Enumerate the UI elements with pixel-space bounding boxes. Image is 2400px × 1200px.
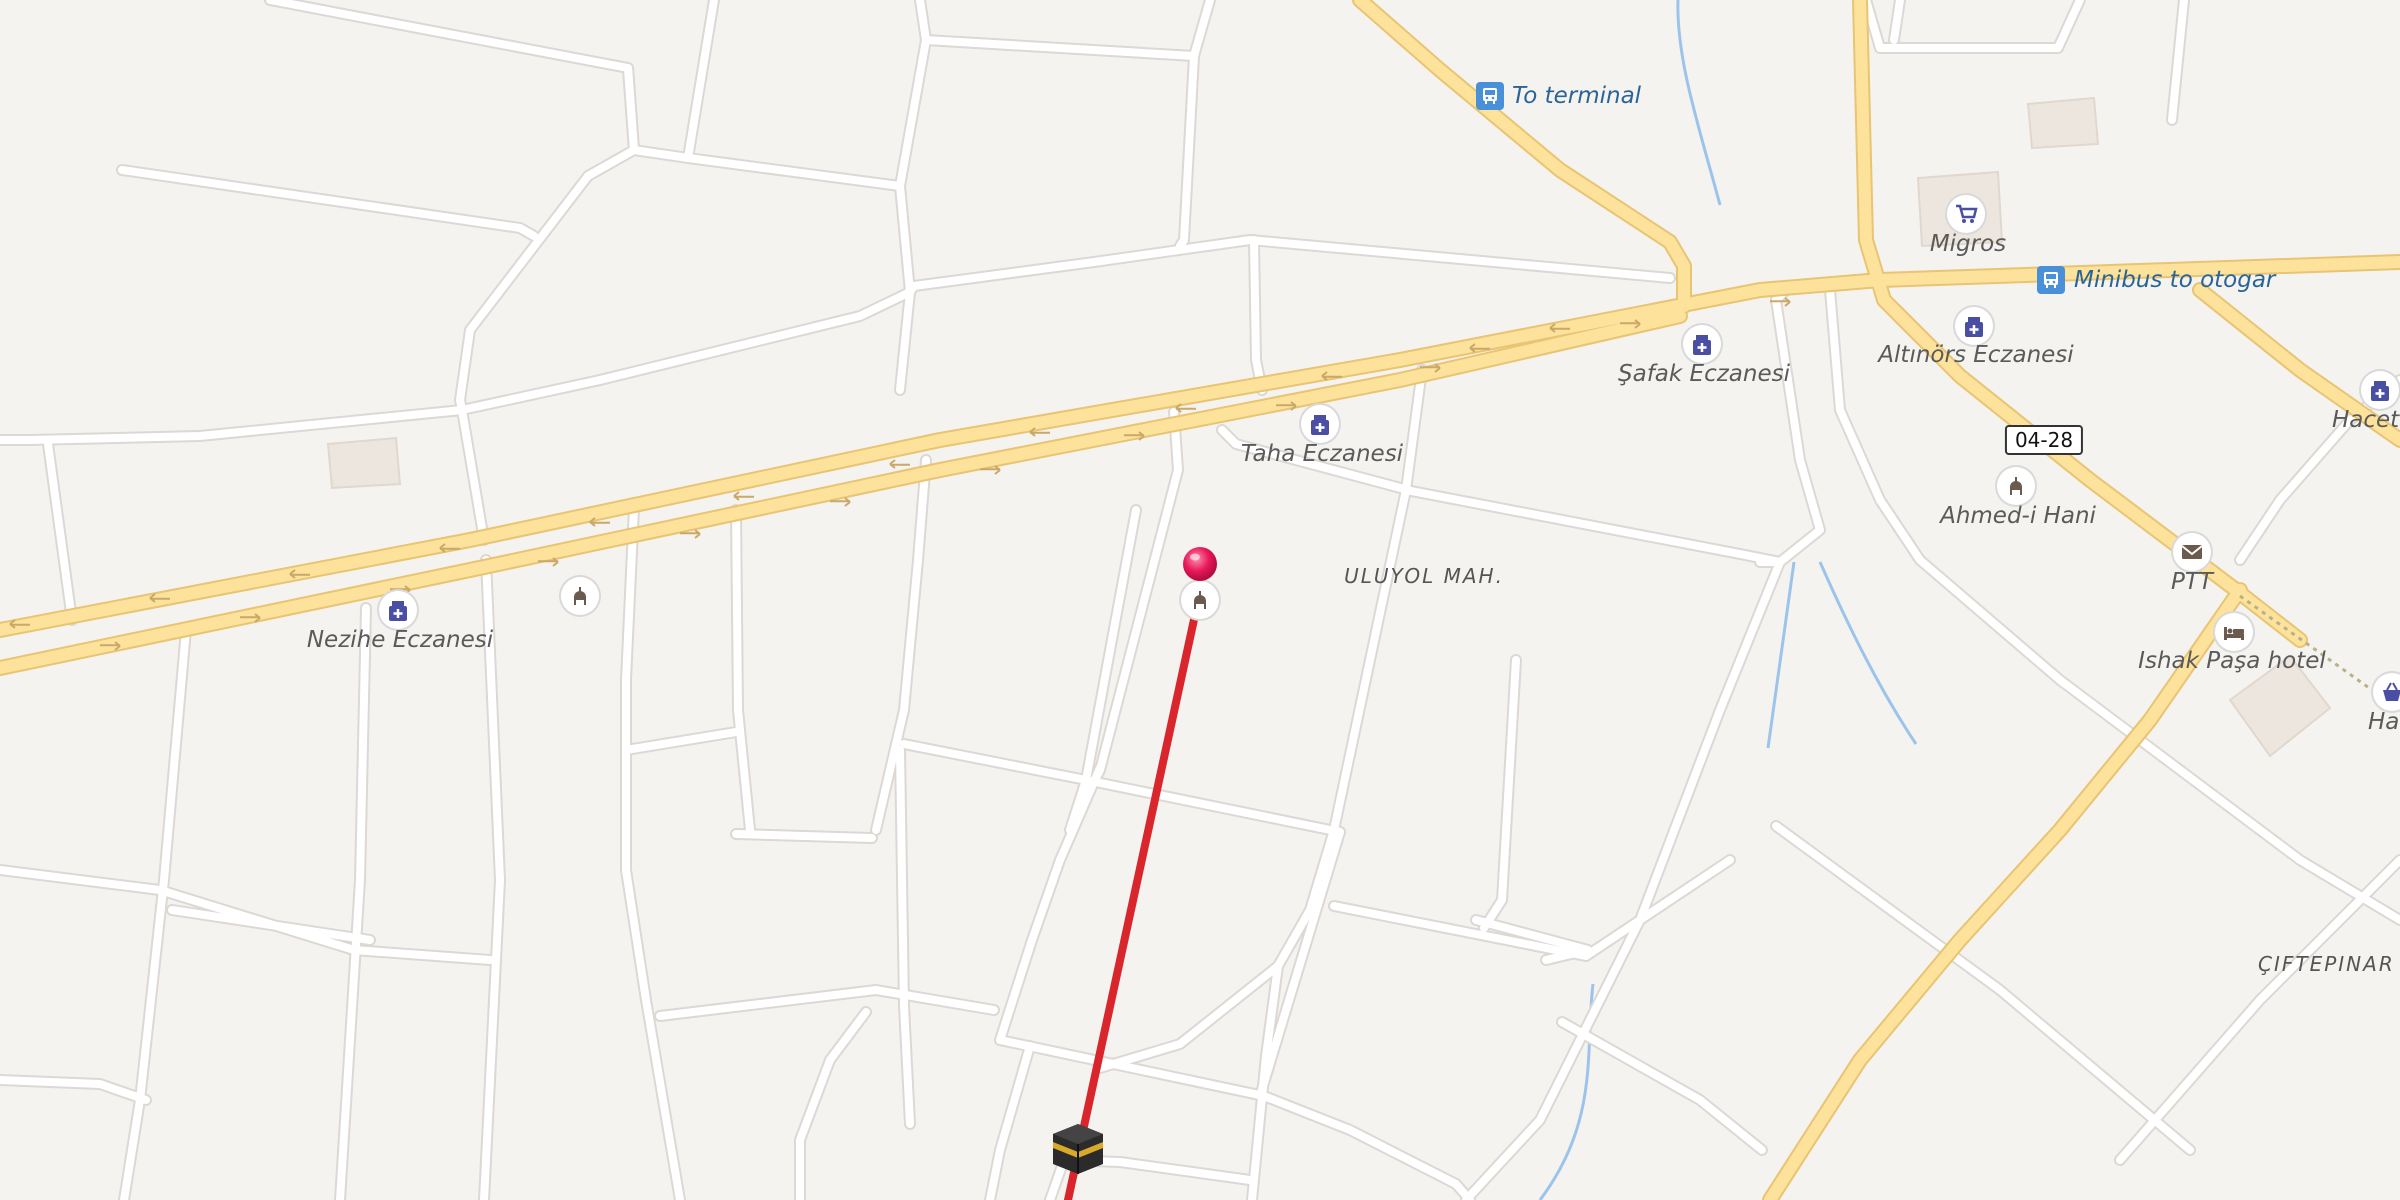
shopping-cart-icon[interactable] <box>1947 195 1985 233</box>
mosque-icon[interactable] <box>561 577 599 615</box>
kaaba-icon <box>1049 1120 1107 1180</box>
mosque-icon[interactable] <box>1997 467 2035 505</box>
route-line <box>1064 588 1204 1200</box>
bed-icon[interactable] <box>2215 613 2253 651</box>
road-shield-04-28: 04-28 <box>2004 425 2084 455</box>
label-ciftepinar: ÇIFTEPINAR M <box>2258 952 2400 976</box>
bus-stop-icon[interactable] <box>2037 266 2065 294</box>
bus-stop-icon[interactable] <box>1476 82 1504 110</box>
label-hacette: Hacette <box>2332 407 2400 433</box>
label-safak: Şafak Eczanesi <box>1618 361 1790 387</box>
envelope-icon[interactable] <box>2173 533 2211 571</box>
label-migros: Migros <box>1929 231 2007 257</box>
label-altinors: Altınörs Eczanesi <box>1878 342 2074 368</box>
label-uluyol: ULUYOL MAH. <box>1344 564 1504 588</box>
pharmacy-icon[interactable] <box>1301 405 1339 443</box>
map-canvas[interactable]: To terminal Minibus to otogar Nezihe Ecz… <box>0 0 2400 1200</box>
pharmacy-icon[interactable] <box>2361 371 2399 409</box>
label-ahmedi-hani: Ahmed-i Hani <box>1940 503 2096 529</box>
label-nezihe: Nezihe Eczanesi <box>306 627 494 653</box>
label-minibus: Minibus to otogar <box>2074 267 2276 293</box>
location-pin-icon[interactable] <box>1180 544 1220 588</box>
label-ptt: PTT <box>2171 569 2213 595</box>
label-taha: Taha Eczanesi <box>1240 441 1404 467</box>
label-halk: Halk <box>2368 709 2400 735</box>
pharmacy-icon[interactable] <box>1683 325 1721 363</box>
pharmacy-icon[interactable] <box>379 591 417 629</box>
pharmacy-icon[interactable] <box>1955 307 1993 345</box>
label-to-terminal: To terminal <box>1512 83 1642 109</box>
label-ishak-pasa: Ishak Paşa hotel <box>2138 648 2326 674</box>
